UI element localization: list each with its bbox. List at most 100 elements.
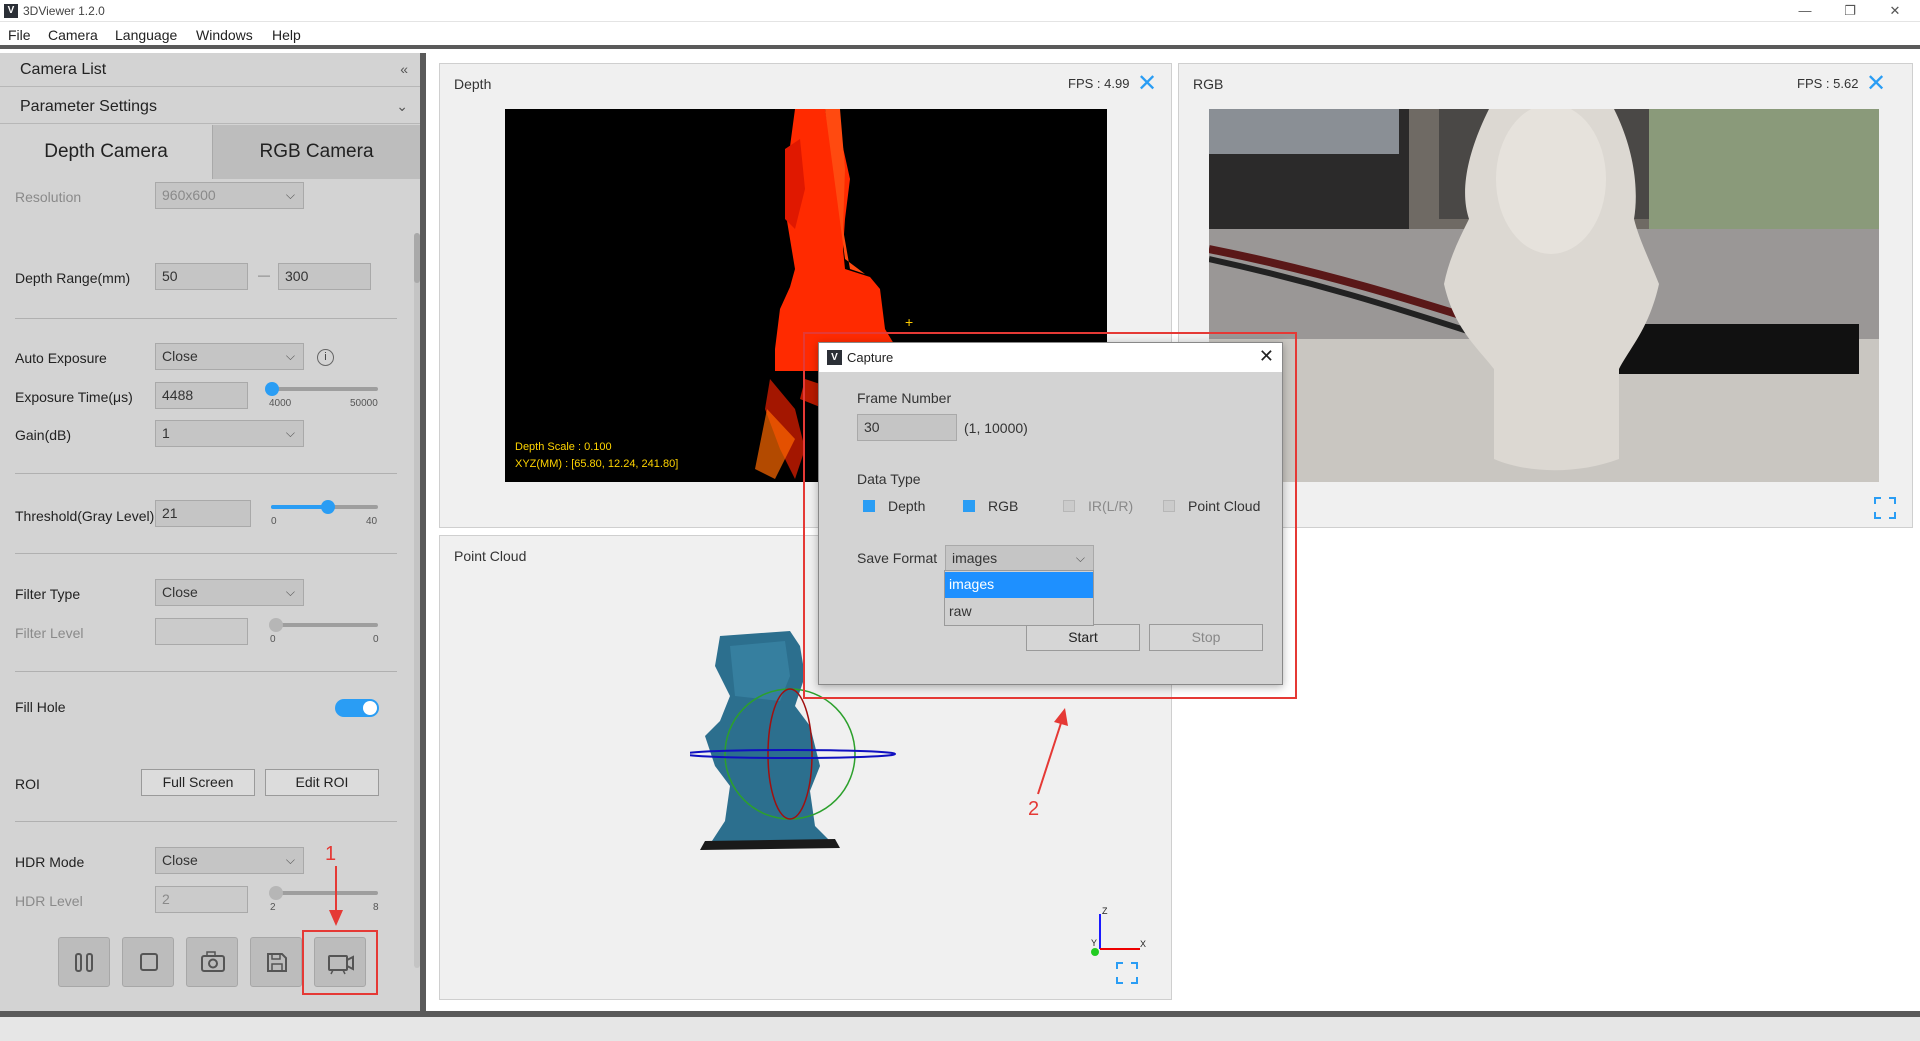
stop-stream-button[interactable]	[122, 937, 174, 987]
filter-type-select[interactable]: Close ⌵	[155, 579, 304, 606]
menu-file[interactable]: File	[8, 27, 31, 43]
depth-fps: FPS : 4.99	[1068, 76, 1130, 91]
menu-bar: File Camera Language Windows Help	[0, 23, 1920, 49]
auto-exposure-select[interactable]: Close ⌵	[155, 343, 304, 370]
hdr-level-slider[interactable]	[269, 886, 378, 900]
save-button[interactable]	[250, 937, 302, 987]
roi-label: ROI	[15, 776, 40, 792]
camera-tabs: Depth Camera RGB Camera	[0, 125, 420, 179]
annotation-arrow-2	[1037, 708, 1068, 795]
hdr-mode-value: Close	[162, 852, 198, 868]
pause-button[interactable]	[58, 937, 110, 987]
tab-depth-camera[interactable]: Depth Camera	[0, 125, 212, 179]
fill-hole-label: Fill Hole	[15, 699, 66, 715]
pause-icon	[75, 953, 93, 972]
gain-label: Gain(dB)	[15, 427, 72, 443]
menu-help[interactable]: Help	[272, 27, 301, 43]
chevron-down-icon: ⌵	[285, 349, 295, 363]
slider-knob[interactable]	[321, 500, 336, 514]
fullscreen-icon[interactable]	[1116, 962, 1138, 984]
hdr-tick-max: 8	[373, 902, 379, 913]
menu-windows[interactable]: Windows	[196, 27, 253, 43]
camera-icon	[201, 951, 225, 972]
filter-level-label: Filter Level	[15, 625, 84, 641]
slider-knob[interactable]	[265, 382, 280, 396]
threshold-input[interactable]: 21	[155, 500, 251, 527]
filter-level-slider[interactable]	[269, 618, 378, 632]
camera-list-label: Camera List	[20, 61, 107, 78]
app-logo-icon: V	[4, 4, 18, 18]
divider	[15, 318, 397, 319]
exposure-time-label: Exposure Time(μs)	[15, 389, 133, 405]
exposure-time-slider[interactable]	[265, 382, 378, 396]
slider-knob[interactable]	[269, 618, 283, 632]
threshold-label: Threshold(Gray Level)	[15, 508, 155, 524]
fullscreen-icon[interactable]	[1874, 497, 1896, 519]
depth-view-title: Depth	[454, 76, 492, 92]
annotation-arrow-1	[329, 866, 343, 926]
threshold-slider[interactable]	[271, 500, 378, 514]
scrollbar-thumb[interactable]	[414, 233, 420, 283]
toggle-knob	[363, 701, 377, 715]
save-icon	[267, 953, 287, 972]
tab-rgb-camera[interactable]: RGB Camera	[212, 125, 420, 179]
resolution-value: 960x600	[162, 187, 216, 203]
minimize-icon[interactable]: —	[1790, 2, 1820, 20]
axis-x-label: X	[1140, 939, 1146, 949]
depth-range-label: Depth Range(mm)	[15, 270, 131, 286]
rgb-view-title: RGB	[1193, 76, 1224, 92]
close-view-icon[interactable]: ✕	[1866, 72, 1886, 96]
hdr-mode-select[interactable]: Close ⌵	[155, 847, 304, 874]
divider	[15, 821, 397, 822]
slider-knob[interactable]	[269, 886, 283, 900]
rgb-image	[1209, 109, 1879, 482]
chevron-down-icon: ⌵	[285, 853, 295, 867]
window-title: 3DViewer 1.2.0	[23, 4, 105, 18]
resolution-select[interactable]: 960x600 ⌵	[155, 182, 304, 209]
parameter-settings-label: Parameter Settings	[20, 98, 157, 115]
left-scrollbar[interactable]	[414, 233, 420, 968]
close-view-icon[interactable]: ✕	[1137, 72, 1157, 96]
fill-hole-toggle[interactable]	[335, 699, 379, 717]
annotation-label-2: 2	[1028, 798, 1040, 820]
depth-range-min-input[interactable]: 50	[155, 263, 248, 290]
auto-exposure-value: Close	[162, 348, 198, 364]
menu-camera[interactable]: Camera	[48, 27, 98, 43]
chevron-down-icon: ⌵	[285, 188, 295, 202]
edit-roi-button[interactable]: Edit ROI	[265, 769, 379, 796]
exposure-tick-min: 4000	[269, 398, 292, 409]
close-window-icon[interactable]: ✕	[1880, 2, 1910, 20]
axis-y-label: Y	[1091, 938, 1097, 948]
chevron-down-icon: ⌵	[285, 426, 295, 440]
filter-tick-max: 0	[373, 634, 379, 645]
left-panel: Camera List « Parameter Settings ⌄ Depth…	[0, 53, 426, 1011]
camera-list-header[interactable]: Camera List «	[0, 53, 420, 87]
full-screen-button[interactable]: Full Screen	[141, 769, 255, 796]
annotation-label-1: 1	[325, 843, 337, 865]
snapshot-button[interactable]	[186, 937, 238, 987]
auto-exposure-label: Auto Exposure	[15, 350, 107, 366]
threshold-tick-min: 0	[271, 516, 277, 527]
collapse-down-icon[interactable]: ⌄	[396, 98, 408, 115]
hdr-level-input[interactable]: 2	[155, 886, 248, 913]
hdr-level-label: HDR Level	[15, 893, 83, 909]
parameter-settings-header[interactable]: Parameter Settings ⌄	[0, 90, 420, 124]
resolution-label: Resolution	[15, 189, 82, 205]
crosshair-icon: +	[905, 314, 913, 330]
status-bar	[0, 1011, 1920, 1041]
annotation-box-record	[302, 930, 378, 995]
menu-language[interactable]: Language	[115, 27, 177, 43]
hdr-tick-min: 2	[270, 902, 276, 913]
filter-level-input[interactable]	[155, 618, 248, 645]
collapse-left-icon[interactable]: «	[400, 61, 408, 77]
info-icon[interactable]: i	[317, 349, 334, 366]
axis-gizmo: Z X Y	[1091, 906, 1146, 956]
exposure-tick-max: 50000	[350, 398, 378, 409]
xyz-readout-text: XYZ(MM) : [65.80, 12.24, 241.80]	[515, 458, 678, 470]
divider	[15, 473, 397, 474]
gain-value: 1	[162, 425, 170, 441]
exposure-time-input[interactable]: 4488	[155, 382, 248, 409]
gain-select[interactable]: 1 ⌵	[155, 420, 304, 447]
depth-range-max-input[interactable]: 300	[278, 263, 371, 290]
restore-icon[interactable]: ❐	[1835, 2, 1865, 20]
